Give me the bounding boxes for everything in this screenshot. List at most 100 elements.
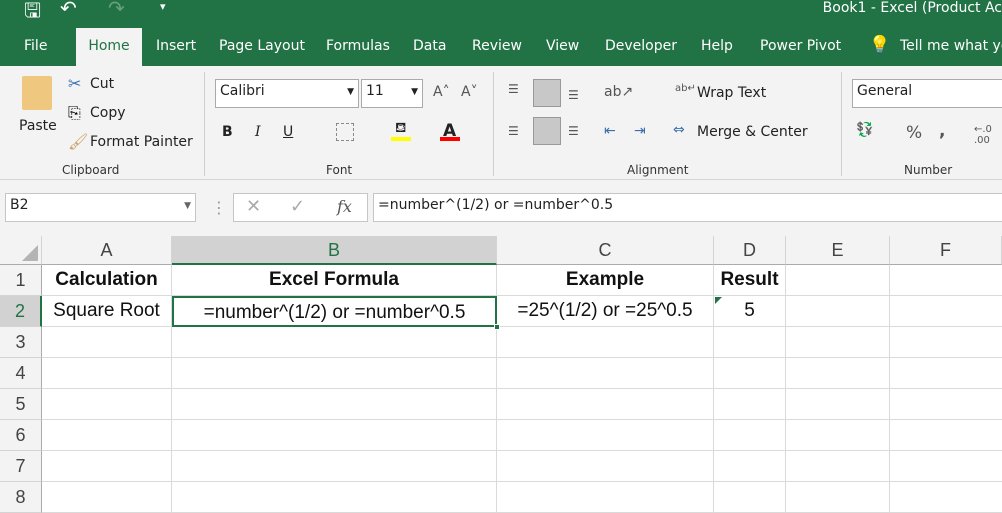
bold-button[interactable]: B: [222, 124, 233, 140]
tell-me-input[interactable]: Tell me what yo: [900, 38, 1002, 54]
tab-formulas[interactable]: Formulas: [326, 38, 390, 54]
tab-page-layout[interactable]: Page Layout: [219, 38, 305, 54]
font-size-value: 11: [366, 83, 384, 99]
number-group-label: Number: [904, 163, 953, 177]
row-header-2[interactable]: 2: [0, 296, 42, 327]
tab-home[interactable]: Home: [76, 28, 142, 66]
font-size-dropdown[interactable]: 11 ▼: [361, 79, 423, 108]
merge-center-icon: ⇔: [673, 122, 685, 138]
column-header-d[interactable]: D: [714, 236, 786, 265]
italic-button[interactable]: I: [255, 124, 261, 140]
copy-icon: ⎘: [68, 103, 81, 122]
decrease-font-icon[interactable]: A˅: [461, 84, 478, 100]
number-format-value: General: [857, 83, 913, 99]
error-indicator-icon[interactable]: [715, 297, 722, 304]
align-left-icon[interactable]: ☰: [508, 124, 519, 138]
align-right-icon[interactable]: ☰: [568, 124, 579, 138]
tab-developer[interactable]: Developer: [605, 38, 677, 54]
copy-button[interactable]: Copy: [90, 105, 126, 121]
enter-icon[interactable]: ✓: [290, 196, 305, 217]
cell-a1[interactable]: Calculation: [42, 265, 172, 296]
divider: [204, 72, 205, 176]
comma-button[interactable]: ,: [939, 121, 945, 141]
worksheet-grid: A B C D E F 1 2 3 4 5 6 7 8 Calculation …: [0, 236, 1002, 513]
formula-input[interactable]: =number^(1/2) or =number^0.5: [373, 193, 1002, 222]
row-header-6[interactable]: 6: [0, 420, 42, 451]
font-name-dropdown[interactable]: Calibri ▼: [215, 79, 359, 108]
top-align-icon[interactable]: ☰: [508, 82, 519, 96]
formula-bar: B2 ▼ ⋮ ✕ ✓ fx =number^(1/2) or =number^0.…: [0, 180, 1002, 236]
column-header-e[interactable]: E: [786, 236, 890, 265]
cell-b1[interactable]: Excel Formula: [172, 265, 497, 296]
format-painter-button[interactable]: Format Painter: [90, 134, 193, 150]
paste-button[interactable]: Paste: [19, 118, 57, 134]
row-header-5[interactable]: 5: [0, 389, 42, 420]
ribbon: Paste ✂ Cut ⎘ Copy 🖌 Format Painter Clip…: [0, 66, 1002, 180]
wrap-text-button[interactable]: Wrap Text: [697, 85, 766, 101]
name-box[interactable]: B2 ▼: [5, 193, 196, 222]
paste-icon[interactable]: [22, 76, 52, 110]
clipboard-group-label: Clipboard: [62, 163, 120, 177]
lightbulb-icon: 💡: [869, 35, 891, 55]
cell-a2[interactable]: Square Root: [42, 296, 172, 327]
fill-handle[interactable]: [494, 324, 500, 330]
cancel-icon[interactable]: ✕: [246, 196, 261, 217]
title-bar: 🖫 ↶ ↷ ▾ Book1 - Excel (Product Ac File H…: [0, 0, 1002, 66]
column-header-f[interactable]: F: [890, 236, 1002, 265]
tab-help[interactable]: Help: [701, 38, 733, 54]
middle-align-button[interactable]: [533, 79, 561, 107]
row-header-1[interactable]: 1: [0, 265, 42, 296]
save-icon[interactable]: 🖫: [24, 0, 41, 30]
tab-review[interactable]: Review: [472, 38, 522, 54]
formula-buttons: ✕ ✓ fx: [233, 193, 368, 222]
select-all-button[interactable]: [0, 236, 42, 265]
cut-icon: ✂: [68, 74, 82, 93]
cell-d1[interactable]: Result: [714, 265, 786, 296]
more-icon: ⋮: [211, 198, 227, 217]
tab-power-pivot[interactable]: Power Pivot: [760, 38, 841, 54]
row-header-8[interactable]: 8: [0, 482, 42, 513]
cell-c2[interactable]: =25^(1/2) or =25^0.5: [497, 296, 714, 327]
formula-value: =number^(1/2) or =number^0.5: [378, 197, 614, 213]
wrap-text-icon: ab↵: [675, 83, 696, 94]
insert-function-button[interactable]: fx: [337, 197, 352, 216]
divider: [493, 72, 494, 176]
row-header-3[interactable]: 3: [0, 327, 42, 358]
increase-indent-icon[interactable]: ⇥: [634, 123, 646, 139]
undo-icon[interactable]: ↶: [60, 0, 77, 20]
increase-font-icon[interactable]: A˄: [433, 84, 450, 100]
underline-button[interactable]: U: [283, 124, 293, 140]
alignment-group-label: Alignment: [627, 163, 689, 177]
cut-button[interactable]: Cut: [90, 76, 114, 92]
window-title: Book1 - Excel (Product Ac: [822, 0, 1002, 16]
tab-data[interactable]: Data: [413, 38, 446, 54]
tab-view[interactable]: View: [546, 38, 579, 54]
column-header-c[interactable]: C: [497, 236, 714, 265]
font-color-bar: [440, 137, 460, 141]
cell-d2[interactable]: 5: [714, 296, 786, 327]
accounting-format-icon[interactable]: 💱: [856, 122, 873, 138]
orientation-icon[interactable]: ab↗: [604, 84, 633, 100]
percent-button[interactable]: %: [906, 123, 922, 143]
align-center-button[interactable]: [533, 117, 561, 145]
format-painter-icon: 🖌: [68, 132, 89, 151]
fill-color-icon[interactable]: ⛾: [395, 120, 406, 138]
row-header-7[interactable]: 7: [0, 451, 42, 482]
redo-icon[interactable]: ↷: [108, 0, 125, 20]
number-format-dropdown[interactable]: General: [852, 79, 1002, 108]
bottom-align-icon[interactable]: ☰: [568, 88, 579, 102]
row-header-4[interactable]: 4: [0, 358, 42, 389]
cell-b2-selected[interactable]: =number^(1/2) or =number^0.5: [172, 296, 497, 327]
merge-center-button[interactable]: Merge & Center: [697, 124, 808, 140]
cell-c1[interactable]: Example: [497, 265, 714, 296]
name-box-value: B2: [10, 197, 29, 213]
increase-decimal-icon[interactable]: ←.0.00: [974, 124, 992, 146]
decrease-indent-icon[interactable]: ⇤: [604, 123, 616, 139]
column-header-b[interactable]: B: [172, 236, 497, 265]
tab-insert[interactable]: Insert: [156, 38, 196, 54]
tab-file[interactable]: File: [24, 38, 47, 54]
customize-qat-icon[interactable]: ▾: [160, 0, 166, 13]
column-header-a[interactable]: A: [42, 236, 172, 265]
borders-icon[interactable]: [336, 123, 354, 141]
fill-color-bar: [391, 137, 411, 141]
